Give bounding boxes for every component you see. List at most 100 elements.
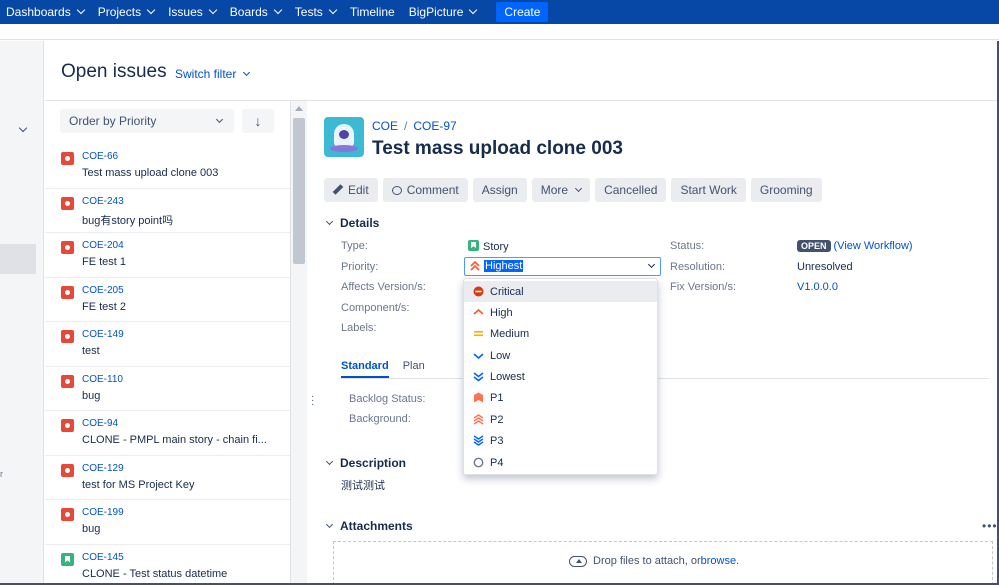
nav-label: Boards [229,5,268,19]
chevron-down-icon [215,115,224,124]
priority-option-low[interactable]: Low [464,345,657,366]
details-section-toggle[interactable]: Details [325,216,380,230]
create-button[interactable]: Create [496,2,549,22]
view-workflow-link[interactable]: (View Workflow) [834,240,913,252]
list-item[interactable]: COE-205 FE test 2 [45,278,290,322]
chevron-down-icon[interactable] [18,123,28,133]
avatar-base [330,145,358,152]
priority-option-lowest[interactable]: Lowest [464,366,657,387]
highest-icon [470,261,480,271]
issue-key[interactable]: COE-149 [82,329,124,340]
tab-plan[interactable]: Plan [403,360,425,378]
more-button[interactable]: More [531,178,591,202]
order-by-select[interactable]: Order by Priority [60,109,234,133]
priority-option-critical[interactable]: Critical [464,281,657,302]
fix-version-value[interactable]: V1.0.0.0 [797,281,838,293]
switch-filter-button[interactable]: Switch filter [175,67,251,81]
priority-option-p4[interactable]: P4 [464,452,657,473]
description-text[interactable]: 测试测试 [341,477,385,493]
issue-title[interactable]: Test mass upload clone 003 [372,138,623,160]
panel-resize-handle[interactable]: · · · [311,392,314,410]
option-label: P1 [490,391,504,404]
attachment-dropzone[interactable]: Drop files to attach, or browse. [333,541,993,585]
list-item[interactable]: COE-243 bug有story point吗 [45,189,290,233]
nav-label: BigPicture [408,5,464,19]
chevron-down-icon [647,260,656,269]
issue-key[interactable]: COE-199 [82,507,124,518]
priority-option-p2[interactable]: P2 [464,409,657,430]
top-navigation: Dashboards Projects Issues Boards Tests … [0,0,999,24]
breadcrumb-project[interactable]: COE [372,119,398,133]
issue-key[interactable]: COE-66 [82,151,118,162]
list-item[interactable]: COE-110 bug [45,367,290,411]
list-item[interactable]: COE-204 FE test 1 [45,233,290,278]
issue-key[interactable]: COE-243 [82,196,124,207]
more-icon[interactable]: ••• [982,519,998,533]
issue-key[interactable]: COE-129 [82,463,124,474]
lowest-icon [473,372,484,382]
component-label: Component/s: [341,302,410,314]
nav-timeline[interactable]: Timeline [350,5,395,19]
resolution-value: Unresolved [797,261,853,273]
priority-option-medium[interactable]: Medium [464,323,657,344]
issue-summary: bug [82,389,101,402]
issue-key[interactable]: COE-94 [82,418,118,429]
breadcrumb: COE / COE-97 [372,119,457,133]
priority-select[interactable]: Highest [464,257,661,276]
type-value: Story [468,240,509,253]
comment-button[interactable]: Comment [382,178,468,202]
status-label: Status: [670,240,705,252]
chevron-down-icon [325,520,334,529]
list-item[interactable]: COE-199 bug [45,500,290,545]
nav-dashboards[interactable]: Dashboards [6,5,85,19]
priority-option-p1[interactable]: P1 [464,387,657,408]
list-item[interactable]: COE-94 CLONE - PMPL main story - chain f… [45,411,290,456]
bug-icon [61,508,74,521]
affects-version-label: Affects Version/s: [341,281,426,293]
assign-button[interactable]: Assign [472,178,527,202]
issue-key[interactable]: COE-204 [82,240,124,251]
list-item[interactable]: COE-145 CLONE - Test status datetime [45,545,290,585]
nav-boards[interactable]: Boards [229,5,283,19]
bug-icon [61,463,74,477]
tab-standard[interactable]: Standard [341,360,389,378]
fix-version-label: Fix Version/s: [670,281,737,293]
backlog-status-label: Backlog Status: [349,393,426,405]
priority-option-high[interactable]: High [464,302,657,323]
nav-projects[interactable]: Projects [98,5,156,19]
list-item[interactable]: COE-66 Test mass upload clone 003 [45,144,290,189]
scroll-up-icon[interactable] [295,106,303,111]
drop-files-text: Drop files to attach, or [593,555,701,567]
option-label: Critical [490,285,524,298]
nav-bigpicture[interactable]: BigPicture [408,5,478,19]
issue-key[interactable]: COE-110 [82,374,123,385]
description-section-toggle[interactable]: Description [325,456,406,470]
list-item[interactable]: COE-149 test [45,322,290,367]
nav-issues[interactable]: Issues [168,5,218,19]
scrollbar-thumb[interactable] [293,118,305,264]
priority-option-p3[interactable]: P3 [464,430,657,451]
bug-icon [61,419,74,432]
start-work-button[interactable]: Start Work [671,178,746,202]
nav-label: Dashboards [6,5,71,19]
breadcrumb-issue-key[interactable]: COE-97 [413,119,456,133]
nav-tests[interactable]: Tests [295,5,338,19]
sort-direction-button[interactable]: ↓ [242,109,274,133]
critical-icon [473,286,484,297]
browse-link[interactable]: browse. [701,555,740,567]
priority-label: Priority: [341,261,379,273]
list-scrollbar[interactable] [291,101,307,585]
issue-key[interactable]: COE-145 [82,552,124,563]
issue-toolbar: Edit Comment Assign More Cancelled Start… [324,178,827,202]
issue-summary: test [82,345,100,357]
grooming-button[interactable]: Grooming [750,178,822,202]
high-icon [473,308,484,315]
cancelled-button[interactable]: Cancelled [595,178,667,202]
edit-button[interactable]: Edit [324,178,378,202]
details-heading: Details [340,216,380,230]
attachments-section-toggle[interactable]: Attachments [325,519,413,533]
list-item[interactable]: COE-129 test for MS Project Key [45,456,290,500]
page-title: Open issues [61,61,167,82]
issue-key[interactable]: COE-205 [82,285,124,296]
sidebar-selected-item[interactable] [0,244,36,274]
